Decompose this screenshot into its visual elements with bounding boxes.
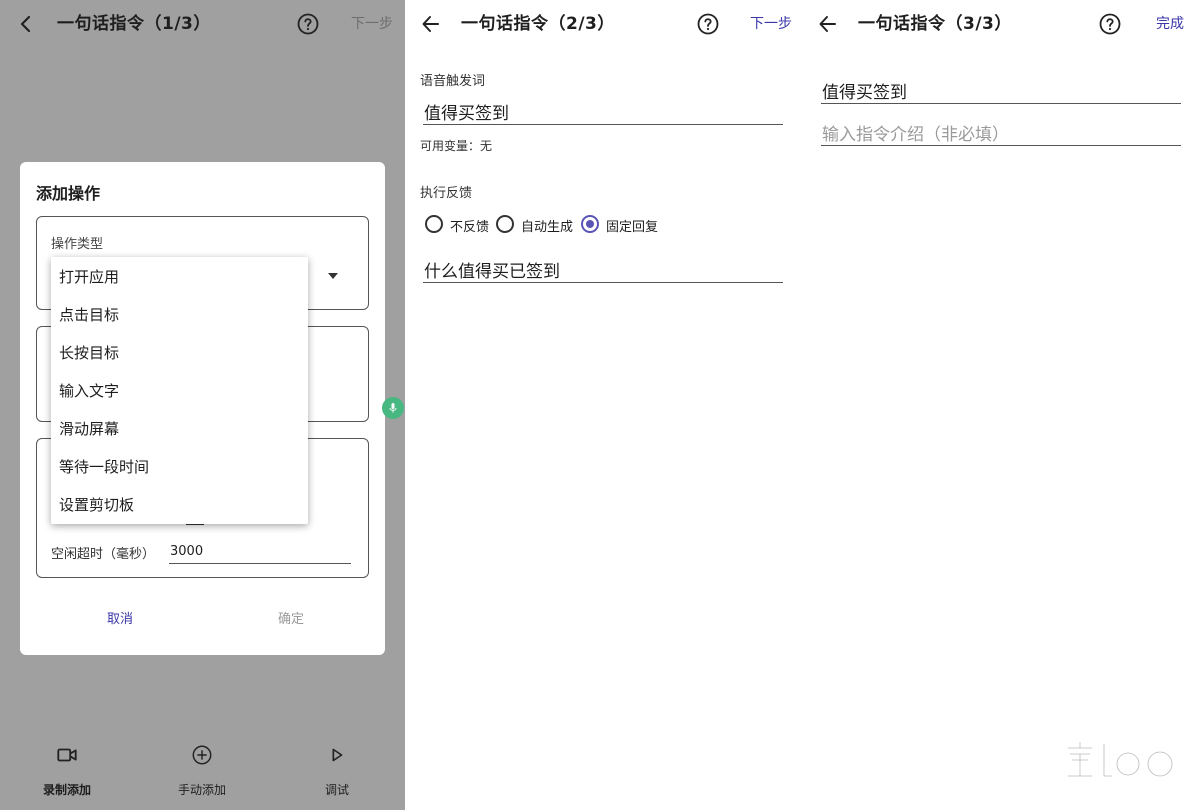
microphone-icon (389, 403, 397, 413)
help-icon[interactable] (696, 12, 720, 36)
arrow-left-icon[interactable] (419, 12, 443, 36)
confirm-button[interactable]: 确定 (278, 608, 304, 627)
command-name-input[interactable]: 值得买签到 (821, 78, 1181, 104)
arrow-left-icon[interactable] (816, 12, 840, 36)
step1-panel: 一句话指令（1/3） 下一步 添加操作 操作类型 空闲超时（毫秒） 3000 取… (0, 0, 405, 810)
trigger-word-label: 语音触发词 (420, 74, 486, 89)
fixed-reply-input[interactable]: 什么值得买已签到 (423, 257, 783, 283)
action-type-label: 操作类型 (51, 237, 104, 252)
radio-fixed-reply[interactable]: 固定回复 (581, 215, 663, 235)
trigger-word-input[interactable]: 值得买签到 (423, 99, 783, 125)
action-type-menu: 打开应用 点击目标 长按目标 输入文字 滑动屏幕 等待一段时间 设置剪切板 (51, 257, 308, 524)
feedback-label: 执行反馈 (420, 186, 473, 201)
nav-record-add-label: 录制添加 (42, 783, 91, 797)
bottom-navigation: 录制添加 手动添加 调试 (0, 730, 405, 810)
radio-button[interactable] (425, 215, 443, 233)
menu-item-open-app[interactable]: 打开应用 (59, 267, 119, 287)
voice-input-button[interactable] (382, 397, 404, 419)
page-title: 一句话指令（1/3） (57, 14, 211, 34)
radio-auto-generate[interactable]: 自动生成 (496, 215, 578, 235)
nav-manual-add-label: 手动添加 (177, 783, 226, 797)
timeout-input[interactable]: 3000 (169, 542, 351, 564)
available-variables-text: 可用变量：无 (420, 139, 493, 153)
nav-debug-label: 调试 (324, 783, 349, 797)
help-icon[interactable] (296, 12, 320, 36)
top-bar: 一句话指令（2/3） 下一步 (405, 0, 802, 48)
timeout-label: 空闲超时（毫秒） (51, 547, 156, 562)
dropdown-arrow-icon[interactable] (328, 273, 338, 279)
done-button[interactable]: 完成 (1156, 14, 1184, 34)
next-button[interactable]: 下一步 (351, 14, 393, 34)
play-icon (332, 748, 343, 762)
menu-item-input-text[interactable]: 输入文字 (59, 381, 119, 401)
next-button[interactable]: 下一步 (750, 14, 792, 34)
menu-item-wait[interactable]: 等待一段时间 (59, 457, 149, 477)
radio-button-selected[interactable] (581, 215, 599, 233)
watermark-logo (1068, 742, 1173, 777)
nav-record-add[interactable]: 录制添加 (12, 730, 122, 810)
plus-circle-icon (192, 745, 212, 765)
menu-item-clipboard[interactable]: 设置剪切板 (59, 495, 134, 515)
step2-panel: 一句话指令（2/3） 下一步 语音触发词 值得买签到 可用变量：无 执行反馈 不… (405, 0, 802, 810)
dialog-title: 添加操作 (36, 184, 101, 203)
command-intro-input[interactable]: 输入指令介绍（非必填） (821, 120, 1181, 146)
step3-panel: 一句话指令（3/3） 完成 值得买签到 输入指令介绍（非必填） (802, 0, 1200, 810)
page-title: 一句话指令（2/3） (461, 14, 615, 34)
radio-no-feedback[interactable]: 不反馈 (425, 215, 495, 235)
menu-item-swipe[interactable]: 滑动屏幕 (59, 419, 119, 439)
top-bar: 一句话指令（3/3） 完成 (802, 0, 1200, 48)
help-icon[interactable] (1098, 12, 1122, 36)
chevron-left-icon[interactable] (14, 12, 38, 36)
menu-item-tap-target[interactable]: 点击目标 (59, 305, 119, 325)
radio-label: 自动生成 (521, 220, 574, 235)
radio-button[interactable] (496, 215, 514, 233)
nav-manual-add[interactable]: 手动添加 (147, 730, 257, 810)
radio-label: 不反馈 (450, 220, 490, 235)
nav-debug[interactable]: 调试 (282, 730, 392, 810)
menu-item-long-press[interactable]: 长按目标 (59, 343, 119, 363)
radio-label: 固定回复 (606, 220, 659, 235)
cancel-button[interactable]: 取消 (107, 608, 133, 627)
page-title: 一句话指令（3/3） (858, 14, 1012, 34)
video-camera-icon (57, 748, 77, 762)
top-bar: 一句话指令（1/3） 下一步 (0, 0, 405, 48)
